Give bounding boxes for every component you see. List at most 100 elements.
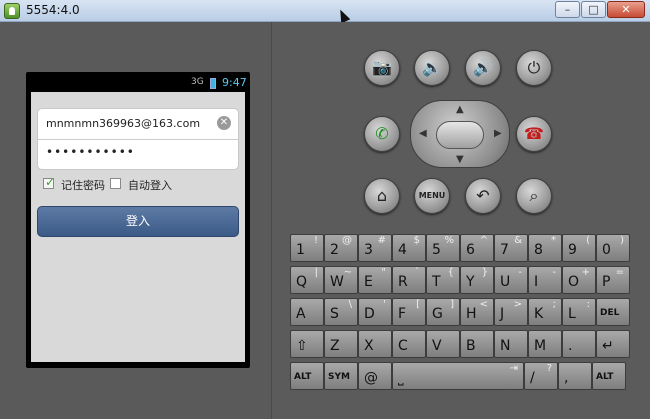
key-4[interactable]: 4 $ bbox=[392, 234, 426, 262]
key-q[interactable]: Q | bbox=[290, 266, 324, 294]
key-k[interactable]: K; bbox=[528, 298, 562, 326]
close-button[interactable]: ✕ bbox=[607, 1, 645, 18]
key-label: T bbox=[432, 274, 441, 290]
key-l[interactable]: L: bbox=[562, 298, 596, 326]
volume-up-icon: 🔊 bbox=[473, 58, 493, 77]
maximize-button[interactable]: □ bbox=[581, 1, 606, 18]
key-alt-label: * bbox=[551, 235, 556, 246]
clear-icon[interactable]: ✕ bbox=[217, 116, 231, 130]
key-o[interactable]: O + bbox=[562, 266, 596, 294]
key-j[interactable]: J > bbox=[494, 298, 528, 326]
key-w[interactable]: W ~ bbox=[324, 266, 358, 294]
key-label: R bbox=[398, 274, 408, 290]
key-alt-label: | bbox=[314, 267, 318, 278]
home-icon: ⌂ bbox=[376, 186, 388, 205]
key-label: 0 bbox=[602, 242, 611, 258]
home-button[interactable]: ⌂ bbox=[364, 178, 400, 214]
key-alt[interactable]: ALT bbox=[290, 362, 324, 390]
key-alt-label: % bbox=[444, 235, 454, 246]
key-c[interactable]: C bbox=[392, 330, 426, 358]
key-t[interactable]: T{ bbox=[426, 266, 460, 294]
key-i[interactable]: I- bbox=[528, 266, 562, 294]
key-label: L bbox=[568, 306, 576, 322]
key-s[interactable]: S \ bbox=[324, 298, 358, 326]
key-alt-label: } bbox=[481, 267, 488, 278]
key-alt-label: ~ bbox=[343, 267, 352, 278]
key-0[interactable]: 0) bbox=[596, 234, 630, 262]
key-a[interactable]: A bbox=[290, 298, 324, 326]
key-y[interactable]: Y} bbox=[460, 266, 494, 294]
key-1[interactable]: 1! bbox=[290, 234, 324, 262]
camera-button[interactable]: 📷 bbox=[364, 50, 400, 86]
key-z[interactable]: Z bbox=[324, 330, 358, 358]
key-shift[interactable]: ⇧ bbox=[290, 330, 324, 358]
key-r[interactable]: R ` bbox=[392, 266, 426, 294]
key-label: X bbox=[364, 338, 374, 354]
key-d[interactable]: D ' bbox=[358, 298, 392, 326]
key-alt-label: < bbox=[479, 299, 488, 310]
key-label: 9 bbox=[568, 242, 577, 258]
username-field[interactable]: mnmnmn369963@163.com bbox=[46, 117, 200, 130]
key-7[interactable]: 7 & bbox=[494, 234, 528, 262]
password-field[interactable]: ••••••••••• bbox=[46, 145, 135, 159]
volume-up-button[interactable]: 🔊 bbox=[465, 50, 501, 86]
key-m[interactable]: M bbox=[528, 330, 562, 358]
key-space[interactable]: ⎵ ⇥ bbox=[392, 362, 524, 390]
auto-login-label: 自动登入 bbox=[128, 179, 172, 192]
key-alt-label: ] bbox=[450, 299, 454, 310]
key-label: 5 bbox=[432, 242, 441, 258]
emulator-window: 5554:4.0 – □ ✕ 3G 9:47 mnmnmn369963@163.… bbox=[0, 0, 650, 419]
key-,[interactable]: , bbox=[558, 362, 592, 390]
call-button[interactable]: ✆ bbox=[364, 116, 400, 152]
login-button[interactable]: 登入 bbox=[37, 206, 239, 237]
key-u[interactable]: U- bbox=[494, 266, 528, 294]
key-label: @ bbox=[364, 370, 378, 386]
key-5[interactable]: 5% bbox=[426, 234, 460, 262]
key-sym[interactable]: SYM bbox=[324, 362, 358, 390]
key-enter[interactable]: ↵ bbox=[596, 330, 630, 358]
dpad-center-button[interactable] bbox=[436, 121, 484, 149]
auto-login-checkbox[interactable] bbox=[110, 178, 121, 189]
power-icon: ⏻ bbox=[527, 58, 541, 77]
key-del[interactable]: DEL bbox=[596, 298, 630, 326]
key-/[interactable]: /? bbox=[524, 362, 558, 390]
key-9[interactable]: 9( bbox=[562, 234, 596, 262]
dpad[interactable]: ▲ ▼ ◀ ▶ bbox=[410, 100, 510, 168]
menu-button[interactable]: MENU bbox=[414, 178, 450, 214]
minimize-button[interactable]: – bbox=[555, 1, 580, 18]
key-g[interactable]: G] bbox=[426, 298, 460, 326]
key-v[interactable]: V bbox=[426, 330, 460, 358]
dpad-down-icon: ▼ bbox=[456, 154, 464, 165]
key-alt-label: ( bbox=[586, 235, 590, 246]
key-e[interactable]: E " bbox=[358, 266, 392, 294]
key-n[interactable]: N bbox=[494, 330, 528, 358]
key-label: ⇧ bbox=[296, 338, 308, 354]
key-f[interactable]: F[ bbox=[392, 298, 426, 326]
remember-password-checkbox[interactable]: ✓ bbox=[43, 175, 55, 189]
key-p[interactable]: P = bbox=[596, 266, 630, 294]
key-b[interactable]: B bbox=[460, 330, 494, 358]
key-label: 3 bbox=[364, 242, 373, 258]
key-x[interactable]: X bbox=[358, 330, 392, 358]
title-bar: 5554:4.0 – □ ✕ bbox=[0, 0, 650, 22]
key-alt-label: " bbox=[381, 267, 386, 278]
volume-down-button[interactable]: 🔉 bbox=[414, 50, 450, 86]
remember-password-label: 记住密码 bbox=[61, 179, 105, 192]
key-alt[interactable]: ALT bbox=[592, 362, 626, 390]
key-6[interactable]: 6 ^ bbox=[460, 234, 494, 262]
power-button[interactable]: ⏻ bbox=[516, 50, 552, 86]
key-2[interactable]: 2 @ bbox=[324, 234, 358, 262]
key-alt-label: ' bbox=[383, 299, 386, 310]
key-label: N bbox=[500, 338, 511, 354]
end-call-button[interactable]: ☎ bbox=[516, 116, 552, 152]
key-@[interactable]: @ bbox=[358, 362, 392, 390]
search-icon: ⌕ bbox=[529, 186, 539, 205]
key-label: G bbox=[432, 306, 443, 322]
key-alt-label: ) bbox=[620, 235, 624, 246]
search-button[interactable]: ⌕ bbox=[516, 178, 552, 214]
back-button[interactable]: ↶ bbox=[465, 178, 501, 214]
key-8[interactable]: 8 * bbox=[528, 234, 562, 262]
key-h[interactable]: H < bbox=[460, 298, 494, 326]
key-3[interactable]: 3 # bbox=[358, 234, 392, 262]
key-.[interactable]: . bbox=[562, 330, 596, 358]
